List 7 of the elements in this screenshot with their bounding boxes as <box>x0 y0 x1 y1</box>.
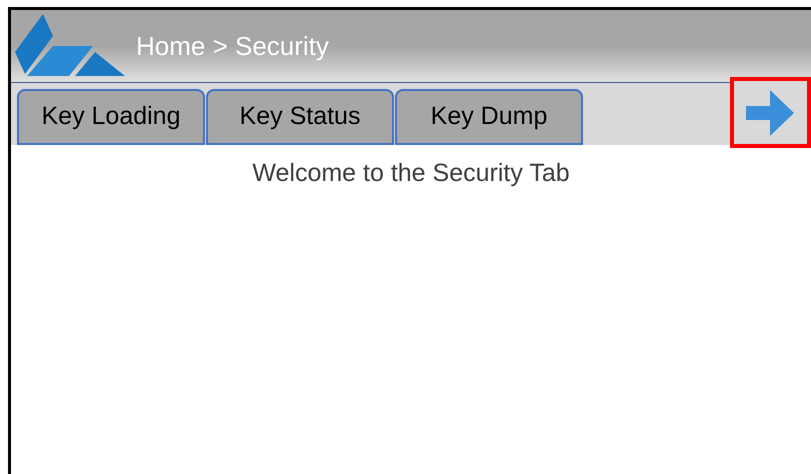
breadcrumb: Home > Security <box>136 30 329 62</box>
right-arrow-icon <box>746 90 796 136</box>
tab[interactable]: Key Loading <box>17 89 205 145</box>
tab[interactable]: Key Dump <box>395 89 583 145</box>
welcome-message: Welcome to the Security Tab <box>252 158 570 189</box>
next-arrow-button[interactable] <box>730 77 811 148</box>
tab[interactable]: Key Status <box>206 89 394 145</box>
